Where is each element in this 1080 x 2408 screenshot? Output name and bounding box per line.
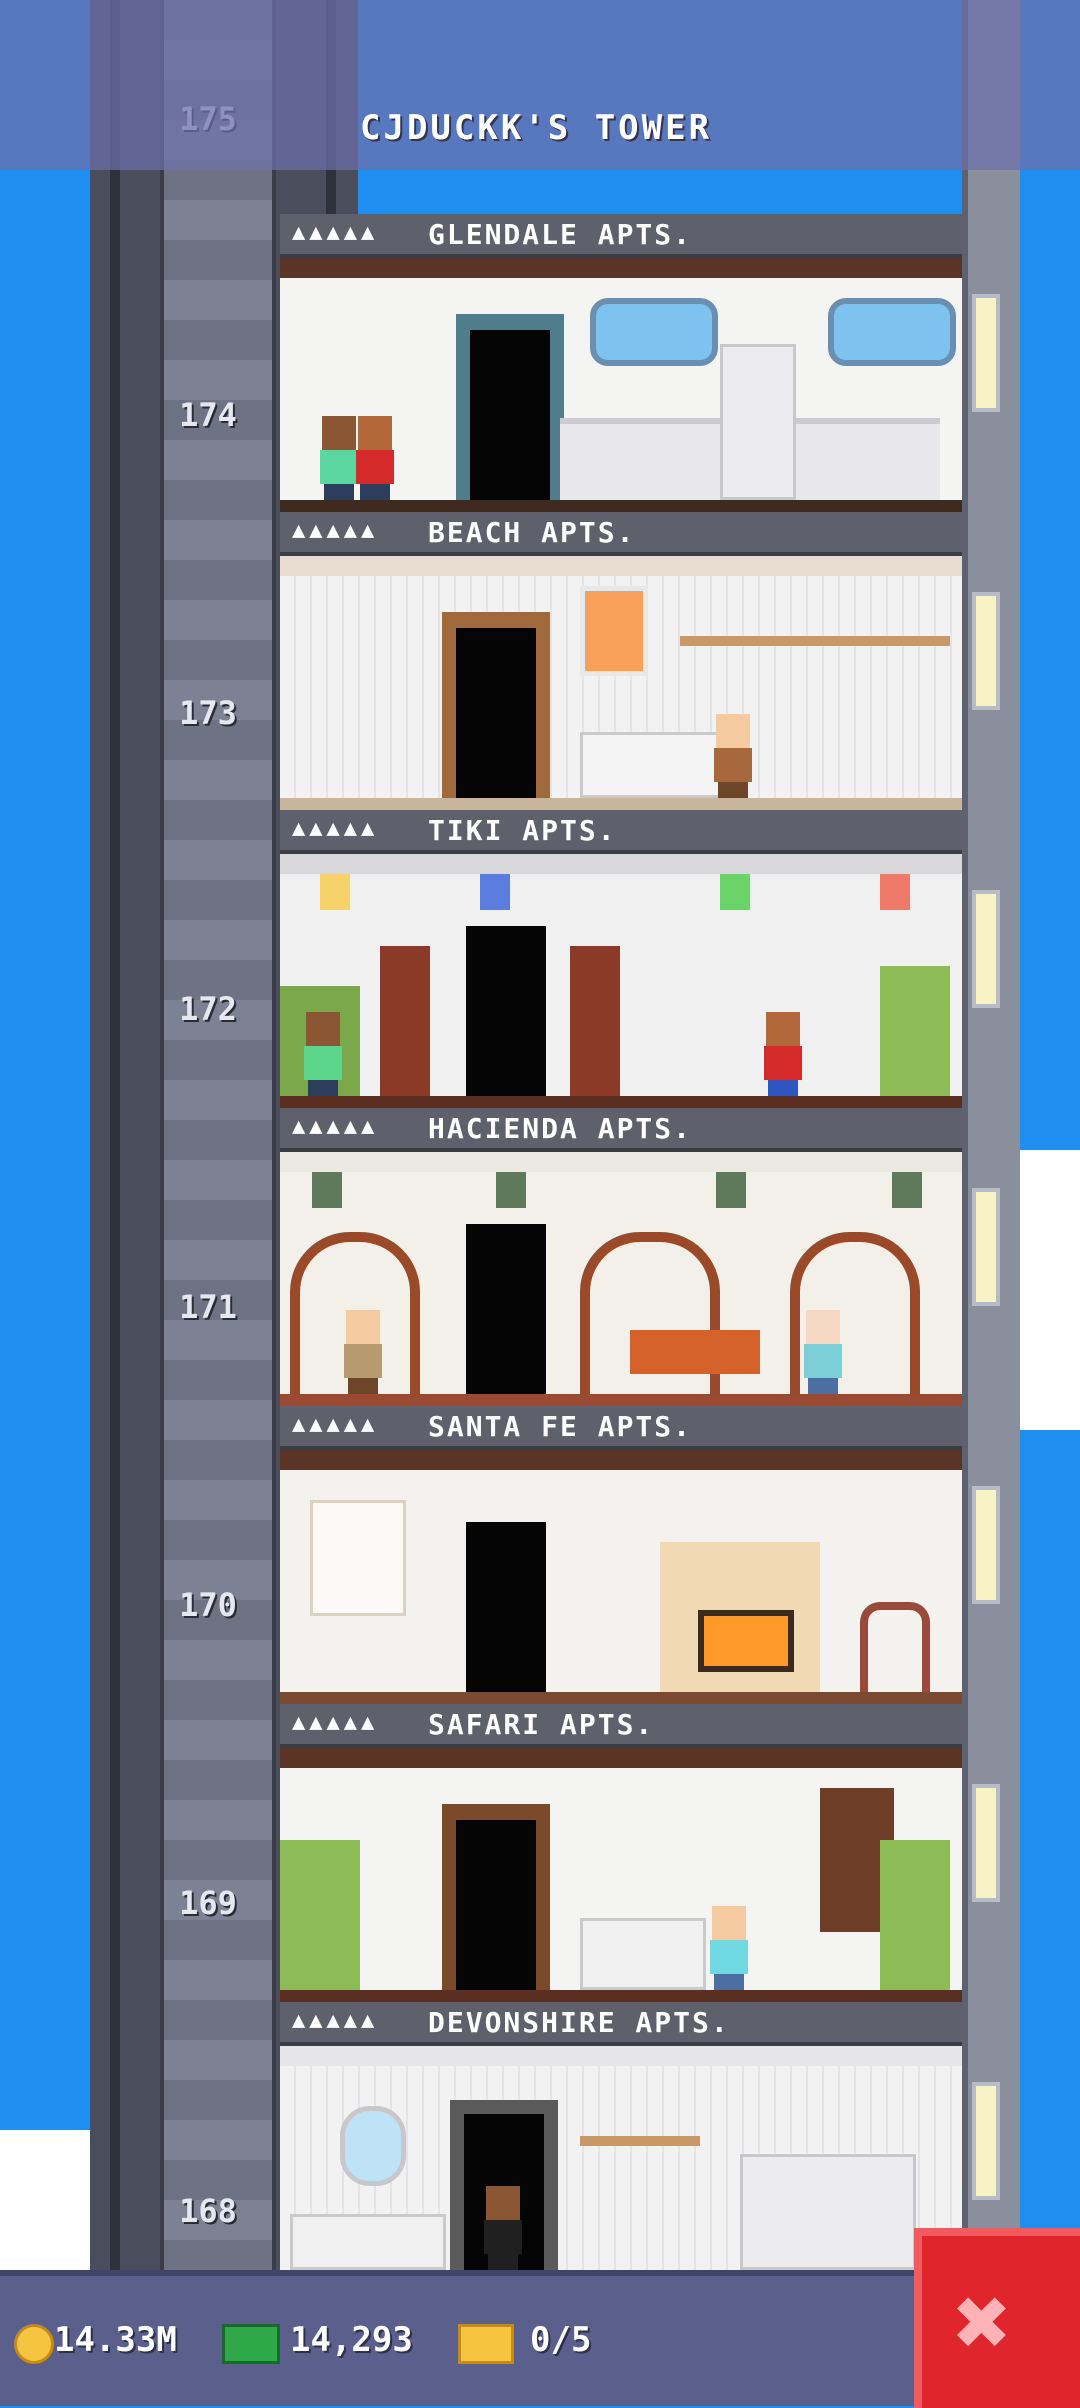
floor-name: SANTA FE APTS. xyxy=(428,1410,693,1443)
rating-stars: ▲▲▲▲▲ xyxy=(292,1114,379,1139)
resident[interactable] xyxy=(352,408,398,500)
resident[interactable] xyxy=(300,1004,346,1096)
close-icon: ✖ xyxy=(954,2266,1012,2378)
resident[interactable] xyxy=(800,1302,846,1394)
floor-name: DEVONSHIRE APTS. xyxy=(428,2006,730,2039)
floor-devonshire[interactable]: ▲▲▲▲▲ DEVONSHIRE APTS. xyxy=(280,2002,1000,2270)
tickets-value: 0/5 xyxy=(530,2320,592,2360)
rating-stars: ▲▲▲▲▲ xyxy=(292,2008,379,2033)
rating-stars: ▲▲▲▲▲ xyxy=(292,518,379,543)
floor-santa-fe[interactable]: ▲▲▲▲▲ SANTA FE APTS. xyxy=(280,1406,1000,1704)
tower: 175 ▲▲▲▲▲ GLENDALE APTS. 174 ▲▲▲▲▲ xyxy=(80,0,1020,2270)
resident[interactable] xyxy=(340,1302,386,1394)
floor-label: ▲▲▲▲▲ DEVONSHIRE APTS. xyxy=(280,2002,962,2046)
golden-ticket-icon xyxy=(458,2324,514,2364)
floor-label: ▲▲▲▲▲ TIKI APTS. xyxy=(280,810,962,854)
floor-safari[interactable]: ▲▲▲▲▲ SAFARI APTS. xyxy=(280,1704,1000,2002)
gold-coin-icon xyxy=(14,2324,54,2364)
floor-label: ▲▲▲▲▲ BEACH APTS. xyxy=(280,512,962,556)
floor-hacienda[interactable]: ▲▲▲▲▲ HACIENDA APTS. xyxy=(280,1108,1000,1406)
resident[interactable] xyxy=(760,1004,806,1096)
coins-value: 14.33M xyxy=(54,2320,177,2360)
floor-number-173: 173 xyxy=(179,694,237,732)
floor-number-172: 172 xyxy=(179,990,237,1028)
floor-name: GLENDALE APTS. xyxy=(428,218,693,251)
resident[interactable] xyxy=(710,706,756,798)
floor-number-171: 171 xyxy=(179,1288,237,1326)
floor-number-174: 174 xyxy=(179,396,237,434)
floor-glendale[interactable]: ▲▲▲▲▲ GLENDALE APTS. xyxy=(280,214,1000,512)
floor-number-170: 170 xyxy=(179,1586,237,1624)
tower-title[interactable]: CJDUCKK'S TOWER xyxy=(360,108,712,148)
floor-label: ▲▲▲▲▲ HACIENDA APTS. xyxy=(280,1108,962,1152)
floor-beach[interactable]: ▲▲▲▲▲ BEACH APTS. xyxy=(280,512,1000,810)
floor-tiki[interactable]: ▲▲▲▲▲ TIKI APTS. xyxy=(280,810,1000,1108)
floor-label: ▲▲▲▲▲ SANTA FE APTS. xyxy=(280,1406,962,1450)
floor-name: TIKI APTS. xyxy=(428,814,617,847)
floor-label: ▲▲▲▲▲ GLENDALE APTS. xyxy=(280,214,962,258)
floor-name: HACIENDA APTS. xyxy=(428,1112,693,1145)
resident[interactable] xyxy=(706,1898,752,1990)
header-bar: CJDUCKK'S TOWER xyxy=(0,0,1080,170)
rating-stars: ▲▲▲▲▲ xyxy=(292,1710,379,1735)
bux-value: 14,293 xyxy=(290,2320,413,2360)
rating-stars: ▲▲▲▲▲ xyxy=(292,816,379,841)
floor-name: BEACH APTS. xyxy=(428,516,636,549)
floor-label: ▲▲▲▲▲ SAFARI APTS. xyxy=(280,1704,962,1748)
rating-stars: ▲▲▲▲▲ xyxy=(292,1412,379,1437)
tower-bux-icon xyxy=(222,2324,280,2364)
close-button[interactable]: ✖ xyxy=(914,2228,1080,2408)
floor-number-169: 169 xyxy=(179,1884,237,1922)
rating-stars: ▲▲▲▲▲ xyxy=(292,220,379,245)
cloud xyxy=(0,2130,90,2270)
cloud xyxy=(1010,1150,1080,1430)
floor-number-168: 168 xyxy=(179,2192,237,2230)
resident[interactable] xyxy=(480,2178,526,2270)
floor-name: SAFARI APTS. xyxy=(428,1708,655,1741)
